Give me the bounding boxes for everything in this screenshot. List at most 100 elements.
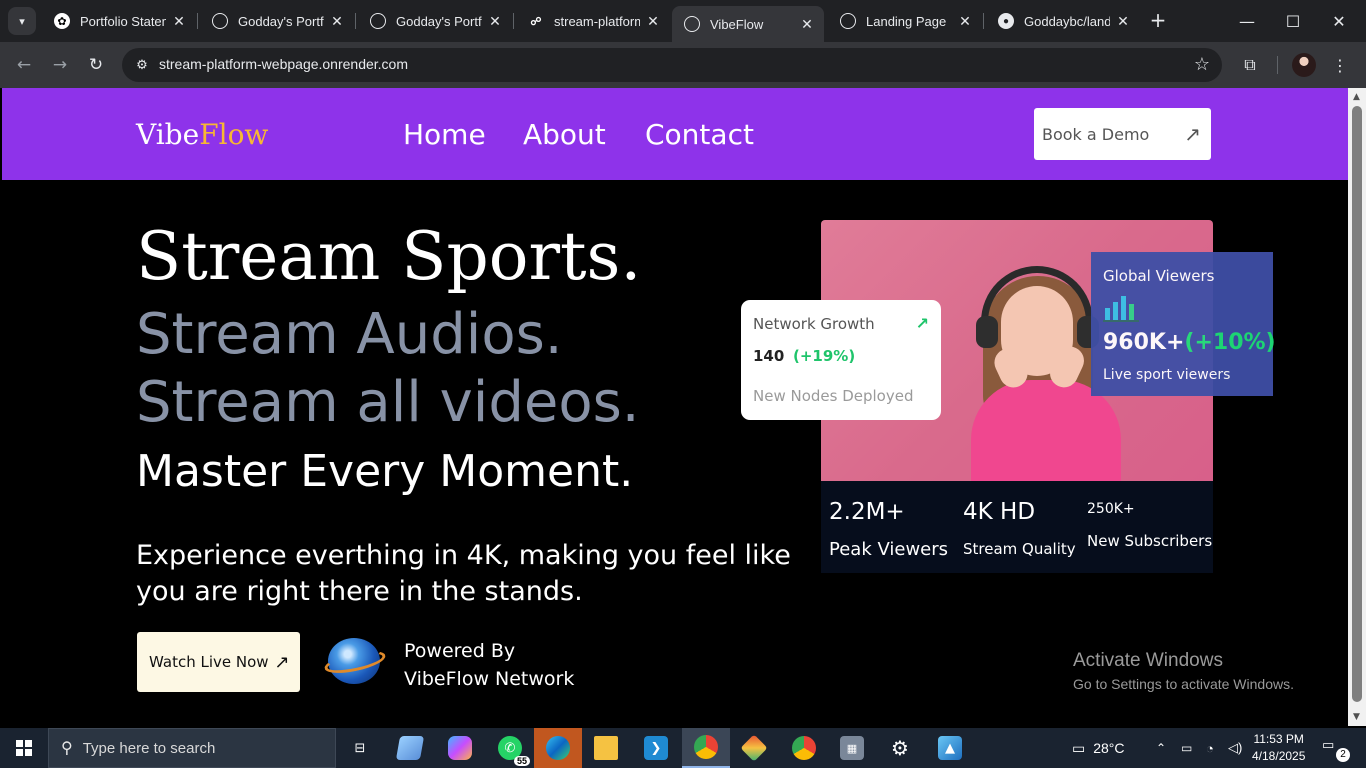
weather-icon: ▭ (1072, 739, 1086, 756)
bar-chart-icon (1103, 296, 1139, 322)
growth-card-subtitle: New Nodes Deployed (753, 387, 914, 405)
extensions-icon[interactable]: ⧉ (1236, 51, 1264, 79)
scroll-down-arrow-icon[interactable]: ▼ (1353, 712, 1360, 722)
close-tab-icon[interactable]: ✕ (170, 13, 188, 30)
tab-stream-platform[interactable]: ☍ stream-platform ✕ (516, 6, 670, 36)
activate-windows-title: Activate Windows (1073, 650, 1223, 671)
taskbar-app-calculator[interactable]: ▦ (828, 728, 876, 768)
arrow-up-right-icon: ↗ (274, 651, 290, 673)
hero-master-text: Master Every Moment. (136, 446, 634, 497)
show-hidden-icons-button[interactable]: ⌃ (1156, 728, 1166, 768)
nav-contact-link[interactable]: Contact (645, 118, 754, 151)
forward-button[interactable]: → (46, 51, 74, 79)
taskbar-app-file-explorer[interactable] (582, 728, 630, 768)
nav-about-link[interactable]: About (523, 118, 606, 151)
watch-live-button[interactable]: Watch Live Now ↗ (137, 632, 300, 692)
battery-icon[interactable]: ▭ (1181, 728, 1192, 768)
stat-subscribers-label: New Subscribers (1087, 532, 1213, 550)
nav-home-link[interactable]: Home (403, 118, 486, 151)
hero-subline-videos: Stream all videos. (136, 370, 640, 435)
viewers-card-title: Global Viewers (1103, 267, 1215, 285)
close-tab-icon[interactable]: ✕ (328, 13, 346, 30)
browser-toolbar: ← → ↻ ⚙ stream-platform-webpage.onrender… (0, 42, 1366, 88)
growth-card-change: (+19%) (793, 347, 856, 365)
address-bar[interactable]: ⚙ stream-platform-webpage.onrender.com ☆ (122, 48, 1222, 82)
taskbar-app-chrome[interactable] (682, 728, 730, 768)
reload-button[interactable]: ↻ (82, 51, 110, 79)
tab-vibeflow[interactable]: VibeFlow ✕ (672, 6, 824, 42)
task-view-button[interactable]: ⊟ (336, 728, 384, 768)
tab-search-button[interactable]: ▾ (8, 7, 36, 35)
taskbar-clock[interactable]: 11:53 PM 4/18/2025 (1252, 731, 1305, 765)
scroll-up-arrow-icon[interactable]: ▲ (1353, 92, 1360, 102)
powered-by-text: Powered By VibeFlow Network (404, 637, 574, 693)
taskbar-app-settings[interactable]: ⚙ (876, 728, 924, 768)
wifi-icon[interactable]: ◔ (1206, 728, 1214, 768)
taskbar-app-git[interactable] (730, 728, 778, 768)
viewers-card-change: (+10%) (1184, 330, 1276, 355)
taskbar-search-box[interactable]: ⚲ Type here to search (48, 728, 336, 768)
minimize-button[interactable]: — (1224, 0, 1270, 42)
chrome-icon (694, 735, 718, 759)
new-tab-button[interactable]: + (1146, 8, 1170, 32)
back-button[interactable]: ← (10, 51, 38, 79)
trending-up-icon: ↗ (915, 314, 929, 333)
page-viewport: VibeFlow Home About Contact Book a Demo … (2, 88, 1348, 726)
taskbar-app-whatsapp[interactable]: ✆ 55 (486, 728, 534, 768)
stat-subscribers-value: 250K+ (1087, 501, 1135, 517)
tab-title: stream-platform (554, 13, 640, 29)
scroll-thumb[interactable] (1352, 106, 1362, 702)
clock-date: 4/18/2025 (1252, 749, 1306, 763)
url-text[interactable]: stream-platform-webpage.onrender.com (159, 56, 408, 72)
taskbar-search-placeholder: Type here to search (82, 739, 216, 757)
maximize-button[interactable]: ☐ (1270, 0, 1316, 42)
tab-goddays-portfolio-1[interactable]: Godday's Portfo ✕ (200, 6, 354, 36)
tab-github-landing[interactable]: ● Goddaybc/landi ✕ (986, 6, 1140, 36)
close-tab-icon[interactable]: ✕ (798, 16, 816, 33)
viewers-card-value-row: 960K+(+10%) (1103, 330, 1276, 355)
task-view-icon: ⊟ (354, 740, 366, 756)
globe-icon (212, 13, 228, 29)
growth-card-value: 140 (753, 347, 785, 365)
notes-app-icon (395, 736, 425, 760)
viewers-card-value: 960K+ (1103, 330, 1185, 355)
taskbar-app-edge[interactable] (534, 728, 582, 768)
close-tab-icon[interactable]: ✕ (956, 13, 974, 30)
close-tab-icon[interactable]: ✕ (644, 13, 662, 30)
menu-kebab-icon[interactable]: ⋮ (1326, 51, 1354, 79)
taskbar-app-chrome-profile[interactable] (780, 728, 828, 768)
clock-time: 11:53 PM (1253, 732, 1304, 746)
tab-title: VibeFlow (710, 16, 764, 32)
powered-by-line2: VibeFlow Network (404, 668, 575, 690)
openai-icon: ✿ (54, 13, 70, 29)
start-button[interactable] (0, 728, 48, 768)
photos-icon: ▲ (938, 736, 962, 760)
tab-landing-page[interactable]: Landing Page ✕ (828, 6, 982, 36)
close-window-button[interactable]: ✕ (1316, 0, 1362, 42)
page-scrollbar[interactable]: ▲ ▼ (1348, 88, 1366, 726)
bookmark-star-icon[interactable]: ☆ (1194, 54, 1210, 75)
taskbar-app-vscode[interactable]: ❯ (632, 728, 680, 768)
site-info-icon[interactable]: ⚙ (132, 55, 152, 75)
volume-icon[interactable]: ◁) (1228, 728, 1242, 768)
windows-taskbar: ⚲ Type here to search ⊟ ✆ 55 ❯ ▦ ⚙ ▲ ▭ 28… (0, 728, 1366, 768)
weather-widget[interactable]: ▭ 28°C (1072, 728, 1125, 768)
global-viewers-card: Global Viewers 960K+(+10%) Live sport vi… (1091, 252, 1276, 396)
logo-part-vibe: Vibe (136, 118, 200, 151)
close-tab-icon[interactable]: ✕ (1114, 13, 1132, 30)
hero-tagline: Experience everthing in 4K, making you f… (136, 540, 791, 607)
search-icon: ⚲ (61, 740, 73, 757)
close-tab-icon[interactable]: ✕ (486, 13, 504, 30)
taskbar-app-copilot[interactable] (436, 728, 484, 768)
tab-goddays-portfolio-2[interactable]: Godday's Portfo ✕ (358, 6, 512, 36)
notification-count-badge: 2 (1336, 748, 1350, 762)
globe-icon (684, 16, 700, 32)
profile-avatar[interactable] (1292, 53, 1316, 77)
vibeflow-logo[interactable]: VibeFlow (136, 118, 268, 151)
tab-portfolio-statement[interactable]: ✿ Portfolio Statem ✕ (42, 6, 196, 36)
taskbar-app-notes[interactable] (386, 728, 434, 768)
taskbar-app-photos[interactable]: ▲ (926, 728, 974, 768)
book-demo-button[interactable]: Book a Demo ↗ (1034, 108, 1211, 160)
viewers-card-subtitle: Live sport viewers (1103, 367, 1231, 383)
book-demo-label: Book a Demo (1042, 124, 1150, 144)
